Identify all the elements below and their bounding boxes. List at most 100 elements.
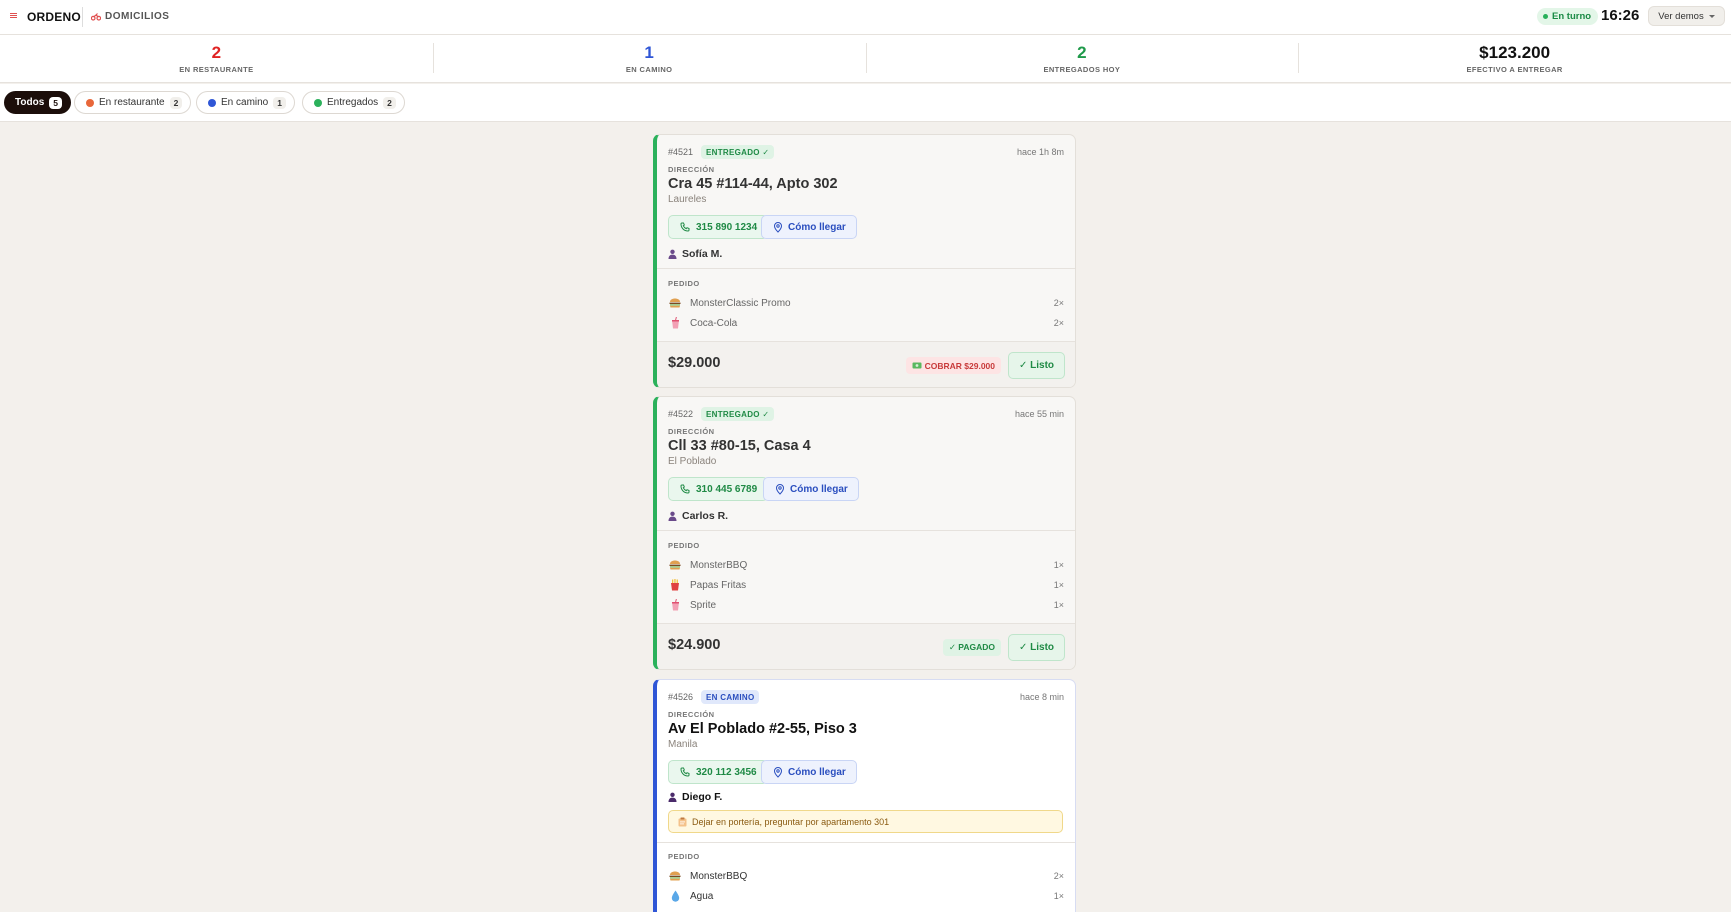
filter-count: 2 — [383, 96, 396, 109]
listo-button[interactable]: ✓ Listo — [1008, 634, 1065, 661]
item-qty: 1× — [1053, 891, 1064, 901]
address-label: DIRECCIÓN — [668, 165, 715, 174]
blue-dot-icon — [208, 98, 216, 107]
customer-name: Sofía M. — [668, 248, 722, 260]
stat-en-restaurante: 2 EN RESTAURANTE — [0, 35, 433, 82]
order-items-label: PEDIDO — [668, 279, 700, 288]
stat-en-camino: 1 EN CAMINO — [432, 35, 866, 82]
item-qty: 1× — [1053, 580, 1064, 590]
divider — [657, 842, 1075, 843]
customer-name: Diego F. — [668, 791, 722, 803]
demos-dropdown[interactable]: Ver demos — [1648, 6, 1725, 26]
address: Cll 33 #80-15, Casa 4 — [668, 438, 811, 454]
divider — [657, 268, 1075, 269]
map-pin-icon — [773, 766, 783, 778]
order-id: #4526 — [668, 692, 694, 702]
stat-label: EN RESTAURANTE — [179, 64, 254, 74]
order-item: MonsterBBQ 1× — [668, 557, 1064, 573]
order-card[interactable]: #4526 EN CAMINO hace 8 min DIRECCIÓN Av … — [653, 679, 1076, 912]
filter-count: 5 — [49, 96, 62, 109]
stat-label: ENTREGADOS HOY — [1043, 64, 1121, 74]
green-dot-icon — [314, 98, 322, 107]
status-badge: ENTREGADO ✓ — [701, 407, 775, 421]
burger-icon — [668, 871, 682, 881]
customer-name: Carlos R. — [668, 510, 728, 522]
filter-count: 2 — [169, 96, 183, 109]
cash-icon — [912, 362, 922, 369]
stats-bar: 2 EN RESTAURANTE 1 EN CAMINO 2 ENTREGADO… — [0, 35, 1731, 83]
divider — [657, 530, 1075, 531]
item-name: Papas Fritas — [690, 579, 747, 591]
item-name: Agua — [690, 890, 714, 902]
note-icon — [678, 817, 687, 826]
stat-value: 2 — [211, 42, 222, 62]
burger-icon — [668, 298, 682, 308]
phone-icon — [680, 767, 690, 777]
item-name: Coca-Cola — [690, 317, 738, 329]
payment-label: COBRAR $29.000 — [924, 360, 995, 371]
item-qty: 2× — [1053, 871, 1064, 881]
filter-todos[interactable]: Todos 5 — [4, 91, 71, 114]
phone-icon — [680, 484, 690, 494]
item-qty: 2× — [1053, 298, 1064, 308]
phone-number: 310 445 6789 — [696, 483, 758, 495]
item-qty: 2× — [1053, 318, 1064, 328]
call-button[interactable]: 310 445 6789 — [668, 477, 769, 501]
order-total: $29.000 — [668, 355, 721, 371]
directions-label: Cómo llegar — [788, 766, 846, 778]
shift-status-label: En turno — [1552, 11, 1592, 22]
delivery-note-text: Dejar en portería, preguntar por apartam… — [692, 816, 890, 827]
brand-logo[interactable]: ORDENO — [27, 10, 81, 24]
order-time: hace 1h 8m — [1016, 147, 1064, 157]
order-item: Papas Fritas 1× — [668, 577, 1064, 593]
phone-number: 315 890 1234 — [696, 221, 758, 233]
stat-entregados-hoy: 2 ENTREGADOS HOY — [865, 35, 1299, 82]
order-item: MonsterBBQ 2× — [668, 868, 1064, 884]
directions-label: Cómo llegar — [788, 221, 846, 233]
drink-icon — [668, 599, 682, 611]
order-item: Agua 1× — [668, 888, 1064, 904]
directions-label: Cómo llegar — [790, 483, 848, 495]
delivery-note: Dejar en portería, preguntar por apartam… — [668, 810, 1063, 833]
order-id: #4521 — [668, 147, 694, 157]
filter-label: Todos — [15, 97, 45, 108]
filter-entregados[interactable]: Entregados 2 — [302, 91, 405, 114]
directions-button[interactable]: Cómo llegar — [763, 477, 859, 501]
filter-en-restaurante[interactable]: En restaurante 2 — [74, 91, 192, 114]
status-dot-icon — [1543, 14, 1548, 19]
address: Av El Poblado #2-55, Piso 3 — [668, 721, 857, 737]
menu-icon[interactable] — [10, 13, 17, 19]
neighborhood: Manila — [668, 739, 698, 750]
order-total: $24.900 — [668, 637, 721, 653]
filter-label: En restaurante — [99, 97, 165, 108]
order-items-label: PEDIDO — [668, 541, 700, 550]
item-qty: 1× — [1053, 600, 1064, 610]
filter-bar: Todos 5 En restaurante 2 En camino 1 Ent… — [0, 84, 1731, 122]
item-name: MonsterBBQ — [690, 559, 748, 571]
call-button[interactable]: 315 890 1234 — [668, 215, 769, 239]
filter-label: Entregados — [327, 97, 379, 108]
address: Cra 45 #114-44, Apto 302 — [668, 176, 838, 192]
burger-icon — [668, 560, 682, 570]
user-icon — [668, 511, 677, 521]
order-item: Coca-Cola 2× — [668, 315, 1064, 331]
map-pin-icon — [775, 483, 785, 495]
stat-value: 1 — [644, 42, 654, 62]
order-time: hace 8 min — [1019, 692, 1064, 702]
order-item: Sprite 1× — [668, 597, 1064, 613]
stat-label: EN CAMINO — [625, 64, 673, 74]
item-qty: 1× — [1053, 560, 1064, 570]
listo-button[interactable]: ✓ Listo — [1008, 352, 1065, 379]
order-time: hace 55 min — [1014, 409, 1064, 419]
directions-button[interactable]: Cómo llegar — [761, 215, 857, 239]
call-button[interactable]: 320 112 3456 — [668, 760, 768, 784]
stat-value: 2 — [1077, 42, 1087, 62]
directions-button[interactable]: Cómo llegar — [761, 760, 857, 784]
filter-count: 1 — [273, 96, 286, 109]
order-id: #4522 — [668, 409, 694, 419]
red-dot-icon — [86, 98, 94, 107]
filter-en-camino[interactable]: En camino 1 — [196, 91, 295, 114]
order-card[interactable]: #4522 ENTREGADO ✓ hace 55 min DIRECCIÓN … — [653, 396, 1076, 670]
order-card[interactable]: #4521 ENTREGADO ✓ hace 1h 8m DIRECCIÓN C… — [653, 134, 1076, 388]
stat-efectivo: $123.200 EFECTIVO A ENTREGAR — [1298, 35, 1731, 82]
